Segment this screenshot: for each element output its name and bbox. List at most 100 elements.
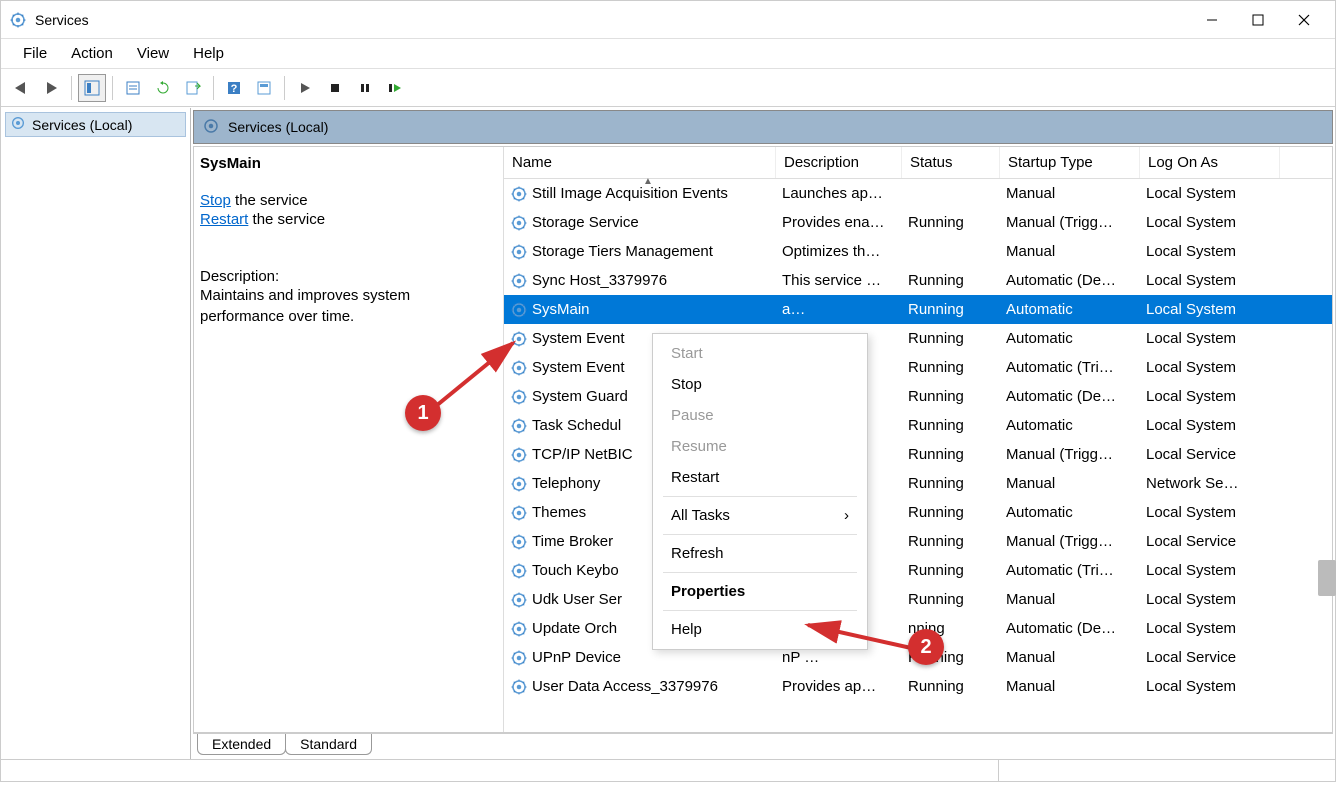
- tree-root-item[interactable]: Services (Local): [5, 112, 186, 137]
- service-row[interactable]: Udk User Seroo…RunningManualLocal System: [504, 585, 1332, 614]
- annotation-badge-1: 1: [405, 395, 441, 431]
- service-row[interactable]: System Guardan…RunningAutomatic (De…Loca…: [504, 382, 1332, 411]
- ctx-stop[interactable]: Stop: [653, 369, 867, 400]
- forward-button[interactable]: [37, 74, 65, 102]
- gear-icon: [10, 115, 26, 134]
- service-status: Running: [902, 417, 1000, 434]
- service-logon: Local System: [1140, 185, 1280, 202]
- column-header-description[interactable]: Description: [776, 147, 902, 178]
- ctx-refresh[interactable]: Refresh: [653, 538, 867, 569]
- export-button[interactable]: [179, 74, 207, 102]
- service-logon: Network Se…: [1140, 475, 1280, 492]
- show-hide-tree-button[interactable]: [78, 74, 106, 102]
- service-status: Running: [902, 214, 1000, 231]
- ctx-restart[interactable]: Restart: [653, 462, 867, 493]
- service-startup: Automatic (De…: [1000, 388, 1140, 405]
- service-row[interactable]: Themess …RunningAutomaticLocal System: [504, 498, 1332, 527]
- scrollbar-thumb[interactable]: [1318, 560, 1336, 596]
- svg-text:?: ?: [231, 83, 238, 95]
- service-desc: Optimizes th…: [776, 243, 902, 260]
- properties-button[interactable]: [119, 74, 147, 102]
- menu-action[interactable]: Action: [59, 41, 125, 66]
- service-row[interactable]: System Eventes …RunningAutomatic (Tri…Lo…: [504, 353, 1332, 382]
- start-service-button[interactable]: [291, 74, 319, 102]
- service-name-label: Themes: [532, 504, 586, 521]
- annotation-1: 1: [395, 335, 525, 438]
- pause-service-button[interactable]: [351, 74, 379, 102]
- service-desc: This service …: [776, 272, 902, 289]
- annotation-2: 2: [800, 615, 940, 678]
- service-logon: Local System: [1140, 301, 1280, 318]
- service-desc: Provides ena…: [776, 214, 902, 231]
- refresh-button[interactable]: [149, 74, 177, 102]
- ctx-resume: Resume: [653, 431, 867, 462]
- menu-help[interactable]: Help: [181, 41, 236, 66]
- service-startup: Manual: [1000, 591, 1140, 608]
- description-text: Maintains and improves system performanc…: [200, 285, 493, 327]
- service-status: Running: [902, 504, 1000, 521]
- service-status: Running: [902, 301, 1000, 318]
- service-name-label: Touch Keybo: [532, 562, 619, 579]
- service-name-label: SysMain: [532, 301, 590, 318]
- service-startup: Automatic (Tri…: [1000, 562, 1140, 579]
- annotation-badge-2: 2: [908, 629, 944, 665]
- close-button[interactable]: [1281, 5, 1327, 35]
- service-status: Running: [902, 272, 1000, 289]
- service-row[interactable]: Storage Tiers ManagementOptimizes th…Man…: [504, 237, 1332, 266]
- service-logon: Local System: [1140, 417, 1280, 434]
- service-desc: Launches ap…: [776, 185, 902, 202]
- service-startup: Manual (Trigg…: [1000, 446, 1140, 463]
- back-button[interactable]: [7, 74, 35, 102]
- stop-service-link[interactable]: Stop: [200, 192, 231, 209]
- minimize-button[interactable]: [1189, 5, 1235, 35]
- service-name-label: Storage Service: [532, 214, 639, 231]
- service-startup: Manual: [1000, 475, 1140, 492]
- tab-standard[interactable]: Standard: [285, 734, 372, 755]
- menu-file[interactable]: File: [11, 41, 59, 66]
- service-startup: Manual: [1000, 243, 1140, 260]
- ctx-all-tasks[interactable]: All Tasks ›: [653, 500, 867, 531]
- service-row[interactable]: Storage Service Provides ena…RunningManua…: [504, 208, 1332, 237]
- service-logon: Local System: [1140, 678, 1280, 695]
- help-button[interactable]: ?: [220, 74, 248, 102]
- ctx-properties[interactable]: Properties: [653, 576, 867, 607]
- service-row[interactable]: TCP/IP NetBICup…RunningManual (Trigg…Loc…: [504, 440, 1332, 469]
- service-row[interactable]: SysMaina…RunningAutomaticLocal System: [504, 295, 1332, 324]
- service-startup: Manual (Trigg…: [1000, 214, 1140, 231]
- restart-service-link[interactable]: Restart: [200, 211, 248, 228]
- column-header-name[interactable]: Name: [504, 147, 776, 178]
- service-status: Running: [902, 591, 1000, 608]
- service-status: Running: [902, 678, 1000, 695]
- service-name-label: System Guard: [532, 388, 628, 405]
- service-startup: Automatic: [1000, 417, 1140, 434]
- service-logon: Local System: [1140, 359, 1280, 376]
- column-header-status[interactable]: Status: [902, 147, 1000, 178]
- service-row[interactable]: System Eventsy…RunningAutomaticLocal Sys…: [504, 324, 1332, 353]
- service-startup: Manual: [1000, 185, 1140, 202]
- maximize-button[interactable]: [1235, 5, 1281, 35]
- service-row[interactable]: Touch Keyboo…RunningAutomatic (Tri…Local…: [504, 556, 1332, 585]
- column-header-startup[interactable]: Startup Type: [1000, 147, 1140, 178]
- restart-service-button[interactable]: [381, 74, 409, 102]
- service-logon: Local System: [1140, 243, 1280, 260]
- column-header-logon[interactable]: Log On As: [1140, 147, 1280, 178]
- ctx-start: Start: [653, 338, 867, 369]
- toolbar-button[interactable]: [250, 74, 278, 102]
- service-logon: Local System: [1140, 591, 1280, 608]
- service-row[interactable]: Telephonyel…RunningManualNetwork Se…: [504, 469, 1332, 498]
- service-row[interactable]: Task Schedulus…RunningAutomaticLocal Sys…: [504, 411, 1332, 440]
- service-name-label: UPnP Device: [532, 649, 621, 666]
- service-status: Running: [902, 359, 1000, 376]
- service-name-label: User Data Access_3379976: [532, 678, 718, 695]
- service-logon: Local System: [1140, 330, 1280, 347]
- service-row[interactable]: Still Image Acquisition EventsLaunches a…: [504, 179, 1332, 208]
- service-logon: Local System: [1140, 214, 1280, 231]
- tab-extended[interactable]: Extended: [197, 734, 286, 755]
- menu-view[interactable]: View: [125, 41, 181, 66]
- service-name-label: System Event: [532, 330, 625, 347]
- service-name-label: Update Orch: [532, 620, 617, 637]
- ctx-pause: Pause: [653, 400, 867, 431]
- service-row[interactable]: Sync Host_3379976This service …RunningAu…: [504, 266, 1332, 295]
- service-row[interactable]: Time Brokeres …RunningManual (Trigg…Loca…: [504, 527, 1332, 556]
- stop-service-button[interactable]: [321, 74, 349, 102]
